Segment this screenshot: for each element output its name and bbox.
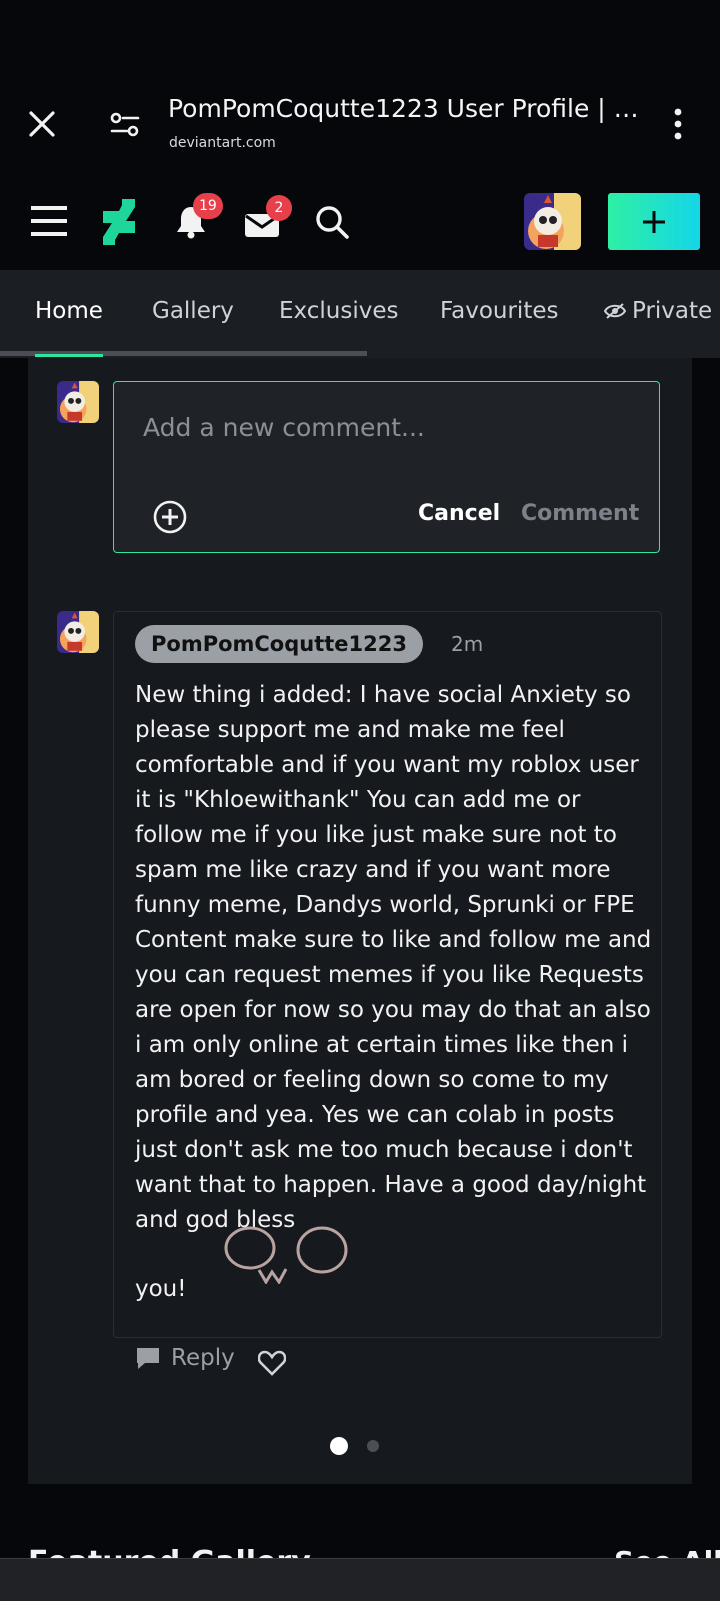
tab-home[interactable]: Home [35,298,103,324]
deviantart-logo-icon[interactable] [102,199,136,245]
site-settings-icon[interactable] [110,112,140,138]
pagination-dot-active[interactable] [330,1437,348,1455]
reply-button[interactable]: Reply [135,1345,235,1371]
page-title: PomPomCoqutte1223 User Profile | D... [168,94,648,123]
create-button[interactable] [608,193,700,250]
reply-label: Reply [171,1345,235,1371]
new-comment-box[interactable] [113,381,660,553]
tab-private[interactable]: Private [604,298,712,324]
post-timestamp: 2m [451,632,484,656]
commenter-avatar [57,381,99,423]
post-username[interactable]: PomPomCoqutte1223 [135,625,423,663]
messages-badge: 2 [266,195,292,221]
tab-gallery[interactable]: Gallery [152,298,234,324]
eye-slash-icon [604,303,626,319]
cancel-button[interactable]: Cancel [418,501,500,526]
pagination-dot[interactable] [367,1440,379,1452]
tab-favourites[interactable]: Favourites [440,298,558,324]
comment-submit-button[interactable]: Comment [521,501,639,526]
tab-private-label: Private [632,298,713,324]
post-text-end: you! [135,1276,187,1302]
notifications-badge: 19 [193,193,223,219]
browser-bar [0,0,720,178]
close-icon[interactable] [28,110,56,138]
search-icon[interactable] [315,205,349,239]
comment-input-placeholder[interactable]: Add a new comment... [143,413,425,442]
tab-exclusives[interactable]: Exclusives [279,298,398,324]
page-domain: deviantart.com [169,135,276,151]
more-options-icon[interactable] [673,108,683,140]
menu-icon[interactable] [31,205,67,237]
author-avatar[interactable] [57,611,99,653]
reply-bubble-icon [137,1348,159,1369]
active-tab-indicator [35,354,103,357]
system-navigation-bar [0,1558,720,1601]
post-text: New thing i added: I have social Anxiety… [135,682,652,1233]
favourite-heart-icon[interactable] [258,1350,286,1376]
owo-doodle-image [224,1226,348,1284]
plus-icon [643,210,665,233]
user-avatar[interactable] [524,193,581,250]
add-attachment-icon[interactable] [153,500,187,534]
